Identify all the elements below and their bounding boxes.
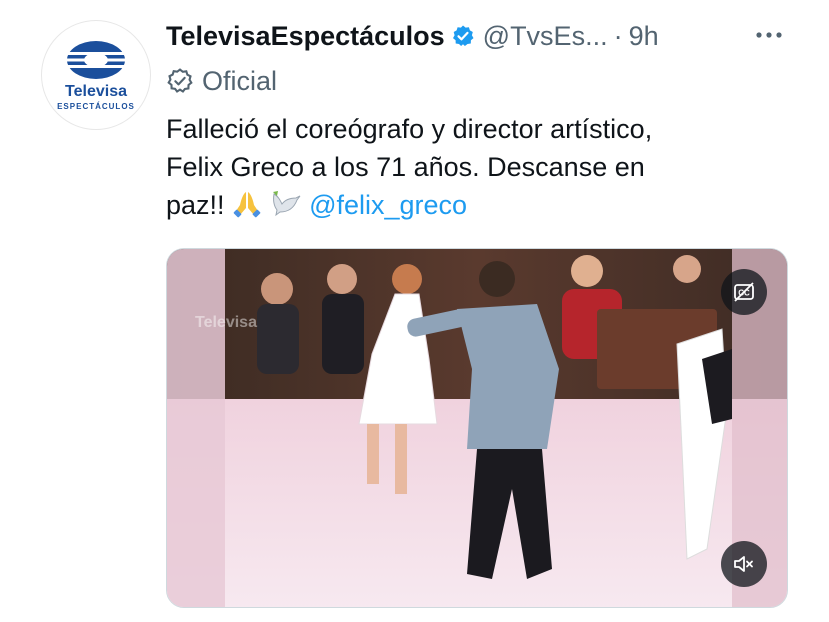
avatar[interactable]: Televisa ESPECTÁCULOS — [41, 20, 151, 130]
folded-hands-emoji-icon — [232, 188, 262, 228]
mute-button[interactable] — [721, 541, 767, 587]
tweet-line-1: Falleció el coreógrafo y director artíst… — [166, 114, 653, 144]
verified-badge-icon[interactable] — [451, 24, 475, 48]
tweet-line-3: paz!! 🙏 🕊 @felix_greco — [166, 186, 806, 228]
avatar-subword: ESPECTÁCULOS — [57, 102, 135, 111]
tweet-header: TelevisaEspectáculos @TvsEs... · 9h — [166, 14, 659, 58]
more-dots-icon[interactable] — [752, 22, 786, 48]
video-frame: Televisa — [167, 249, 787, 607]
closed-captions-button[interactable]: CC — [721, 269, 767, 315]
handle[interactable]: @TvsEs... — [483, 21, 608, 52]
display-name[interactable]: TelevisaEspectáculos — [166, 21, 445, 52]
tweet-line-2: Felix Greco a los 71 años. Descanse en — [166, 152, 645, 182]
televisa-logo-icon — [65, 41, 127, 79]
official-label[interactable]: Oficial — [166, 62, 277, 100]
tweet-text: Falleció el coreógrafo y director artíst… — [166, 110, 806, 228]
timestamp[interactable]: 9h — [629, 21, 659, 52]
video-watermark: Televisa — [195, 314, 257, 331]
speaker-muted-icon — [734, 556, 753, 572]
mention-link[interactable]: @felix_greco — [309, 190, 467, 220]
closed-captions-off-icon: CC — [734, 282, 754, 302]
separator: · — [613, 20, 623, 51]
official-label-text: Oficial — [202, 65, 278, 96]
tweet-line-3-prefix: paz!! — [166, 190, 225, 220]
video-player[interactable]: Televisa CC — [166, 248, 788, 608]
dove-emoji-icon — [270, 188, 302, 228]
official-check-icon — [167, 68, 193, 93]
avatar-wordmark: Televisa — [65, 83, 127, 100]
